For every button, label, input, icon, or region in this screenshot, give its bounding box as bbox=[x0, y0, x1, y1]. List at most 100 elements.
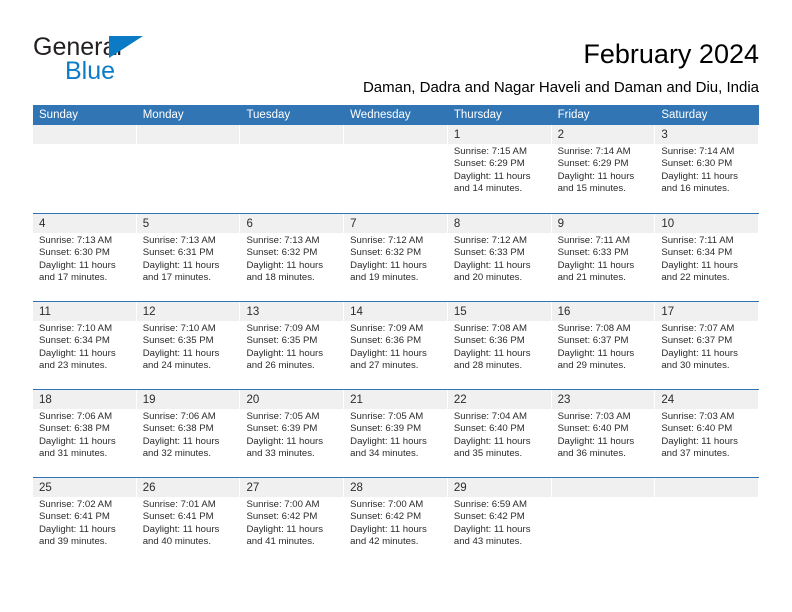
day-number-band: 7 bbox=[344, 214, 447, 233]
daylight-duration-line2: and 43 minutes. bbox=[453, 536, 523, 548]
sunrise-time: Sunrise: 7:01 AM bbox=[142, 499, 216, 510]
sunset-time: Sunset: 6:42 PM bbox=[350, 511, 422, 523]
day-number-band: 23 bbox=[551, 390, 655, 409]
calendar-day-cell[interactable]: 6 Sunrise: 7:13 AM Sunset: 6:32 PM Daylight… bbox=[240, 214, 345, 301]
sunset-time: Sunset: 6:34 PM bbox=[661, 247, 733, 259]
calendar-day-cell[interactable]: 13 Sunrise: 7:09 AM Sunset: 6:35 PM Dayligh… bbox=[240, 302, 345, 389]
day-number: 27 bbox=[246, 482, 260, 494]
daylight-duration-line2: and 21 minutes. bbox=[557, 272, 626, 284]
day-number: 22 bbox=[453, 394, 467, 406]
general-blue-logo[interactable]: General Blue bbox=[33, 34, 273, 90]
calendar-day-cell[interactable]: 3 Sunrise: 7:14 AM Sunset: 6:30 PM Daylight… bbox=[655, 125, 760, 213]
calendar-day-cell[interactable]: 15 Sunrise: 7:08 AM Sunset: 6:36 PM Dayligh… bbox=[447, 302, 552, 389]
sunrise-time: Sunrise: 7:06 AM bbox=[39, 411, 113, 422]
weekday-header-sunday: Sunday bbox=[39, 109, 79, 121]
calendar-day-cell[interactable]: 26 Sunrise: 7:01 AM Sunset: 6:41 PM Dayligh… bbox=[136, 478, 241, 565]
calendar-day-cell[interactable]: 22 Sunrise: 7:04 AM Sunset: 6:40 PM Dayligh… bbox=[447, 390, 552, 477]
day-number-band: 15 bbox=[447, 302, 551, 321]
calendar-day-cell[interactable]: 18 Sunrise: 7:06 AM Sunset: 6:38 PM Dayligh… bbox=[33, 390, 137, 477]
day-number: 9 bbox=[557, 218, 564, 230]
calendar-day-cell[interactable]: 20 Sunrise: 7:05 AM Sunset: 6:39 PM Dayligh… bbox=[240, 390, 345, 477]
sunset-time: Sunset: 6:34 PM bbox=[39, 335, 110, 347]
day-sun-info: Sunrise: 7:12 AM Sunset: 6:32 PM Daylight:… bbox=[344, 233, 447, 285]
calendar-day-cell[interactable]: 25 Sunrise: 7:02 AM Sunset: 6:41 PM Dayligh… bbox=[33, 478, 137, 565]
calendar-day-cell[interactable]: 28 Sunrise: 7:00 AM Sunset: 6:42 PM Dayligh… bbox=[344, 478, 448, 565]
daylight-duration-line2: and 15 minutes. bbox=[557, 183, 626, 195]
sunset-time: Sunset: 6:29 PM bbox=[557, 158, 629, 170]
calendar-day-cell[interactable]: 4 Sunrise: 7:13 AM Sunset: 6:30 PM Daylight… bbox=[33, 214, 137, 301]
day-sun-info: Sunrise: 7:04 AM Sunset: 6:40 PM Daylight:… bbox=[448, 409, 551, 461]
sunset-time: Sunset: 6:37 PM bbox=[557, 335, 629, 347]
daylight-duration-line2: and 17 minutes. bbox=[142, 272, 211, 284]
calendar-day-cell[interactable]: 19 Sunrise: 7:06 AM Sunset: 6:38 PM Dayligh… bbox=[136, 390, 241, 477]
calendar-day-cell[interactable]: 23 Sunrise: 7:03 AM Sunset: 6:40 PM Dayligh… bbox=[551, 390, 656, 477]
sunset-time: Sunset: 6:40 PM bbox=[661, 423, 733, 435]
sunset-time: Sunset: 6:35 PM bbox=[246, 335, 318, 347]
day-sun-info: Sunrise: 7:03 AM Sunset: 6:40 PM Daylight:… bbox=[552, 409, 655, 461]
calendar-day-cell[interactable]: 17 Sunrise: 7:07 AM Sunset: 6:37 PM Dayligh… bbox=[655, 302, 760, 389]
daylight-duration-line1: Daylight: 11 hours bbox=[661, 435, 738, 447]
weekday-header-friday: Friday bbox=[557, 109, 590, 121]
daylight-duration-line1: Daylight: 11 hours bbox=[557, 170, 635, 182]
daylight-duration-line1: Daylight: 11 hours bbox=[39, 347, 116, 359]
weekday-header-saturday: Saturday bbox=[661, 109, 708, 121]
day-sun-info: Sunrise: 7:08 AM Sunset: 6:36 PM Daylight:… bbox=[448, 321, 551, 373]
daylight-duration-line1: Daylight: 11 hours bbox=[453, 259, 531, 271]
day-sun-info: Sunrise: 7:06 AM Sunset: 6:38 PM Daylight:… bbox=[137, 409, 240, 461]
day-number: 8 bbox=[453, 218, 461, 230]
day-sun-info: Sunrise: 7:01 AM Sunset: 6:41 PM Daylight:… bbox=[137, 497, 240, 549]
calendar-day-cell[interactable]: 27 Sunrise: 7:00 AM Sunset: 6:42 PM Dayligh… bbox=[240, 478, 345, 565]
calendar-day-cell[interactable]: 21 Sunrise: 7:05 AM Sunset: 6:39 PM Dayligh… bbox=[344, 390, 448, 477]
day-number: 10 bbox=[661, 218, 675, 230]
daylight-duration-line2: and 31 minutes. bbox=[39, 448, 108, 460]
day-number-band bbox=[655, 478, 759, 497]
calendar-day-cell[interactable]: 11 Sunrise: 7:10 AM Sunset: 6:34 PM Dayligh… bbox=[33, 302, 137, 389]
sunset-time: Sunset: 6:32 PM bbox=[350, 247, 422, 259]
sunset-time: Sunset: 6:42 PM bbox=[246, 511, 318, 523]
day-number: 29 bbox=[453, 482, 467, 494]
day-number: 14 bbox=[350, 306, 363, 318]
day-number: 19 bbox=[142, 394, 156, 406]
sunrise-time: Sunrise: 7:13 AM bbox=[142, 235, 216, 246]
calendar-weeks: 1 Sunrise: 7:15 AM Sunset: 6:29 PM Daylight… bbox=[33, 125, 760, 565]
calendar-week-row: 4 Sunrise: 7:13 AM Sunset: 6:30 PM Daylight… bbox=[33, 213, 760, 301]
day-number: 17 bbox=[661, 306, 675, 318]
calendar-day-cell[interactable]: 10 Sunrise: 7:11 AM Sunset: 6:34 PM Dayligh… bbox=[655, 214, 760, 301]
calendar-day-cell[interactable]: 24 Sunrise: 7:03 AM Sunset: 6:40 PM Dayligh… bbox=[655, 390, 760, 477]
sunrise-time: Sunrise: 7:14 AM bbox=[661, 146, 735, 157]
sunset-time: Sunset: 6:38 PM bbox=[142, 423, 214, 435]
calendar-day-cell[interactable]: 9 Sunrise: 7:11 AM Sunset: 6:33 PM Daylight… bbox=[551, 214, 656, 301]
daylight-duration-line2: and 39 minutes. bbox=[39, 536, 108, 548]
sunset-time: Sunset: 6:40 PM bbox=[557, 423, 629, 435]
day-sun-info: Sunrise: 7:13 AM Sunset: 6:32 PM Daylight:… bbox=[240, 233, 343, 285]
sunrise-time: Sunrise: 7:02 AM bbox=[39, 499, 113, 510]
daylight-duration-line2: and 28 minutes. bbox=[453, 360, 523, 372]
weekday-header-wednesday: Wednesday bbox=[350, 109, 411, 121]
day-sun-info: Sunrise: 7:05 AM Sunset: 6:39 PM Daylight:… bbox=[344, 409, 447, 461]
calendar-day-cell[interactable]: 8 Sunrise: 7:12 AM Sunset: 6:33 PM Daylight… bbox=[447, 214, 552, 301]
calendar-day-cell[interactable]: 29 Sunrise: 6:59 AM Sunset: 6:42 PM Dayligh… bbox=[447, 478, 552, 565]
daylight-duration-line1: Daylight: 11 hours bbox=[246, 435, 324, 447]
sunrise-time: Sunrise: 7:13 AM bbox=[39, 235, 113, 246]
calendar-day-cell[interactable]: 7 Sunrise: 7:12 AM Sunset: 6:32 PM Daylight… bbox=[344, 214, 448, 301]
daylight-duration-line1: Daylight: 11 hours bbox=[39, 259, 116, 271]
sunset-time: Sunset: 6:42 PM bbox=[453, 511, 525, 523]
day-number-band: 10 bbox=[655, 214, 759, 233]
day-number: 20 bbox=[246, 394, 260, 406]
sunrise-time: Sunrise: 7:11 AM bbox=[661, 235, 734, 246]
calendar-day-cell[interactable]: 14 Sunrise: 7:09 AM Sunset: 6:36 PM Dayligh… bbox=[344, 302, 448, 389]
calendar-week-row: 18 Sunrise: 7:06 AM Sunset: 6:38 PM Dayligh… bbox=[33, 389, 760, 477]
daylight-duration-line1: Daylight: 11 hours bbox=[453, 347, 531, 359]
daylight-duration-line1: Daylight: 11 hours bbox=[661, 259, 738, 271]
calendar-day-cell[interactable]: 12 Sunrise: 7:10 AM Sunset: 6:35 PM Dayligh… bbox=[136, 302, 241, 389]
sunrise-time: Sunrise: 7:10 AM bbox=[39, 323, 113, 334]
day-number-band: 16 bbox=[551, 302, 655, 321]
calendar-day-cell[interactable]: 2 Sunrise: 7:14 AM Sunset: 6:29 PM Daylight… bbox=[551, 125, 656, 213]
sunset-time: Sunset: 6:30 PM bbox=[39, 247, 110, 259]
daylight-duration-line1: Daylight: 11 hours bbox=[453, 435, 531, 447]
calendar-day-cell[interactable]: 1 Sunrise: 7:15 AM Sunset: 6:29 PM Daylight… bbox=[447, 125, 552, 213]
sunrise-time: Sunrise: 7:03 AM bbox=[557, 411, 631, 422]
calendar-day-cell[interactable]: 16 Sunrise: 7:08 AM Sunset: 6:37 PM Dayligh… bbox=[551, 302, 656, 389]
calendar-day-cell[interactable]: 5 Sunrise: 7:13 AM Sunset: 6:31 PM Daylight… bbox=[136, 214, 241, 301]
weekday-header-thursday: Thursday bbox=[453, 109, 502, 121]
